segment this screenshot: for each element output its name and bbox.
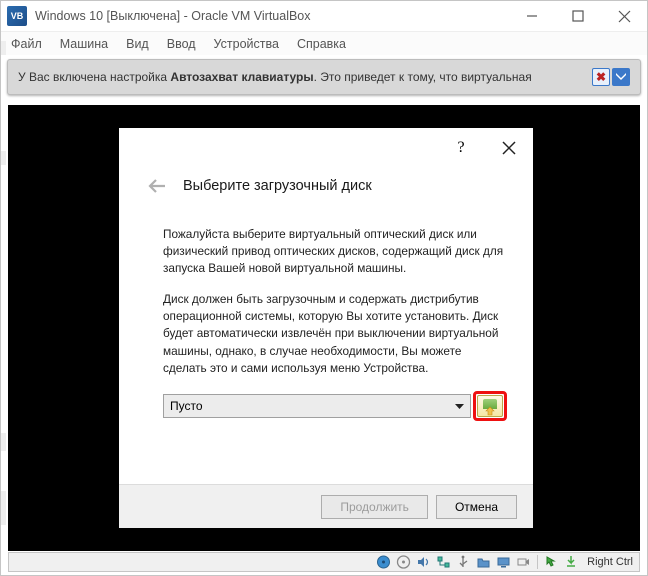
usb-icon[interactable]: [455, 554, 472, 570]
audio-icon[interactable]: [415, 554, 432, 570]
dialog-paragraph-1: Пожалуйста выберите виртуальный оптическ…: [163, 226, 507, 277]
boot-disk-select[interactable]: Пусто: [163, 394, 471, 418]
dropdown-caret-icon: [455, 399, 464, 413]
virtualbox-icon: VB: [7, 6, 27, 26]
hard-disk-icon[interactable]: [375, 554, 392, 570]
minimize-button[interactable]: [509, 1, 555, 31]
maximize-button[interactable]: [555, 1, 601, 31]
keyboard-capture-notice: У Вас включена настройка Автозахват клав…: [7, 59, 641, 95]
mouse-integration-icon[interactable]: [543, 554, 560, 570]
vm-status-bar: Right Ctrl: [8, 552, 640, 572]
back-arrow-icon[interactable]: [145, 174, 169, 198]
browse-disk-button[interactable]: [477, 395, 503, 417]
host-key-icon[interactable]: [563, 554, 580, 570]
dialog-paragraph-2: Диск должен быть загрузочным и содержать…: [163, 291, 507, 376]
notice-message: У Вас включена настройка Автозахват клав…: [18, 70, 592, 84]
menu-view[interactable]: Вид: [126, 37, 149, 51]
window-titlebar: VB Windows 10 [Выключена] - Oracle VM Vi…: [1, 1, 647, 31]
browse-highlight: [473, 391, 507, 421]
menu-machine[interactable]: Машина: [60, 37, 108, 51]
window-title: Windows 10 [Выключена] - Oracle VM Virtu…: [35, 9, 509, 23]
display-icon[interactable]: [495, 554, 512, 570]
menu-help[interactable]: Справка: [297, 37, 346, 51]
host-key-label: Right Ctrl: [587, 556, 633, 568]
dialog-help-button[interactable]: ?: [437, 128, 485, 168]
menu-input[interactable]: Ввод: [167, 37, 196, 51]
boot-disk-dialog: ? Выберите загрузочный диск Пожалуйста в…: [119, 128, 533, 528]
shared-folders-icon[interactable]: [475, 554, 492, 570]
close-window-button[interactable]: [601, 1, 647, 31]
cancel-button[interactable]: Отмена: [436, 495, 517, 519]
network-icon[interactable]: [435, 554, 452, 570]
recording-icon[interactable]: [515, 554, 532, 570]
notice-dismiss-icon[interactable]: ✖: [592, 68, 610, 86]
notice-suppress-icon[interactable]: [612, 68, 630, 86]
continue-button[interactable]: Продолжить: [321, 495, 428, 519]
dialog-title: Выберите загрузочный диск: [183, 178, 372, 194]
menu-bar: Файл Машина Вид Ввод Устройства Справка: [1, 31, 647, 55]
boot-disk-select-value: Пусто: [170, 399, 203, 413]
menu-devices[interactable]: Устройства: [214, 37, 279, 51]
optical-disk-icon[interactable]: [395, 554, 412, 570]
menu-file[interactable]: Файл: [11, 37, 42, 51]
statusbar-separator: [537, 555, 538, 569]
dialog-close-button[interactable]: [485, 128, 533, 168]
